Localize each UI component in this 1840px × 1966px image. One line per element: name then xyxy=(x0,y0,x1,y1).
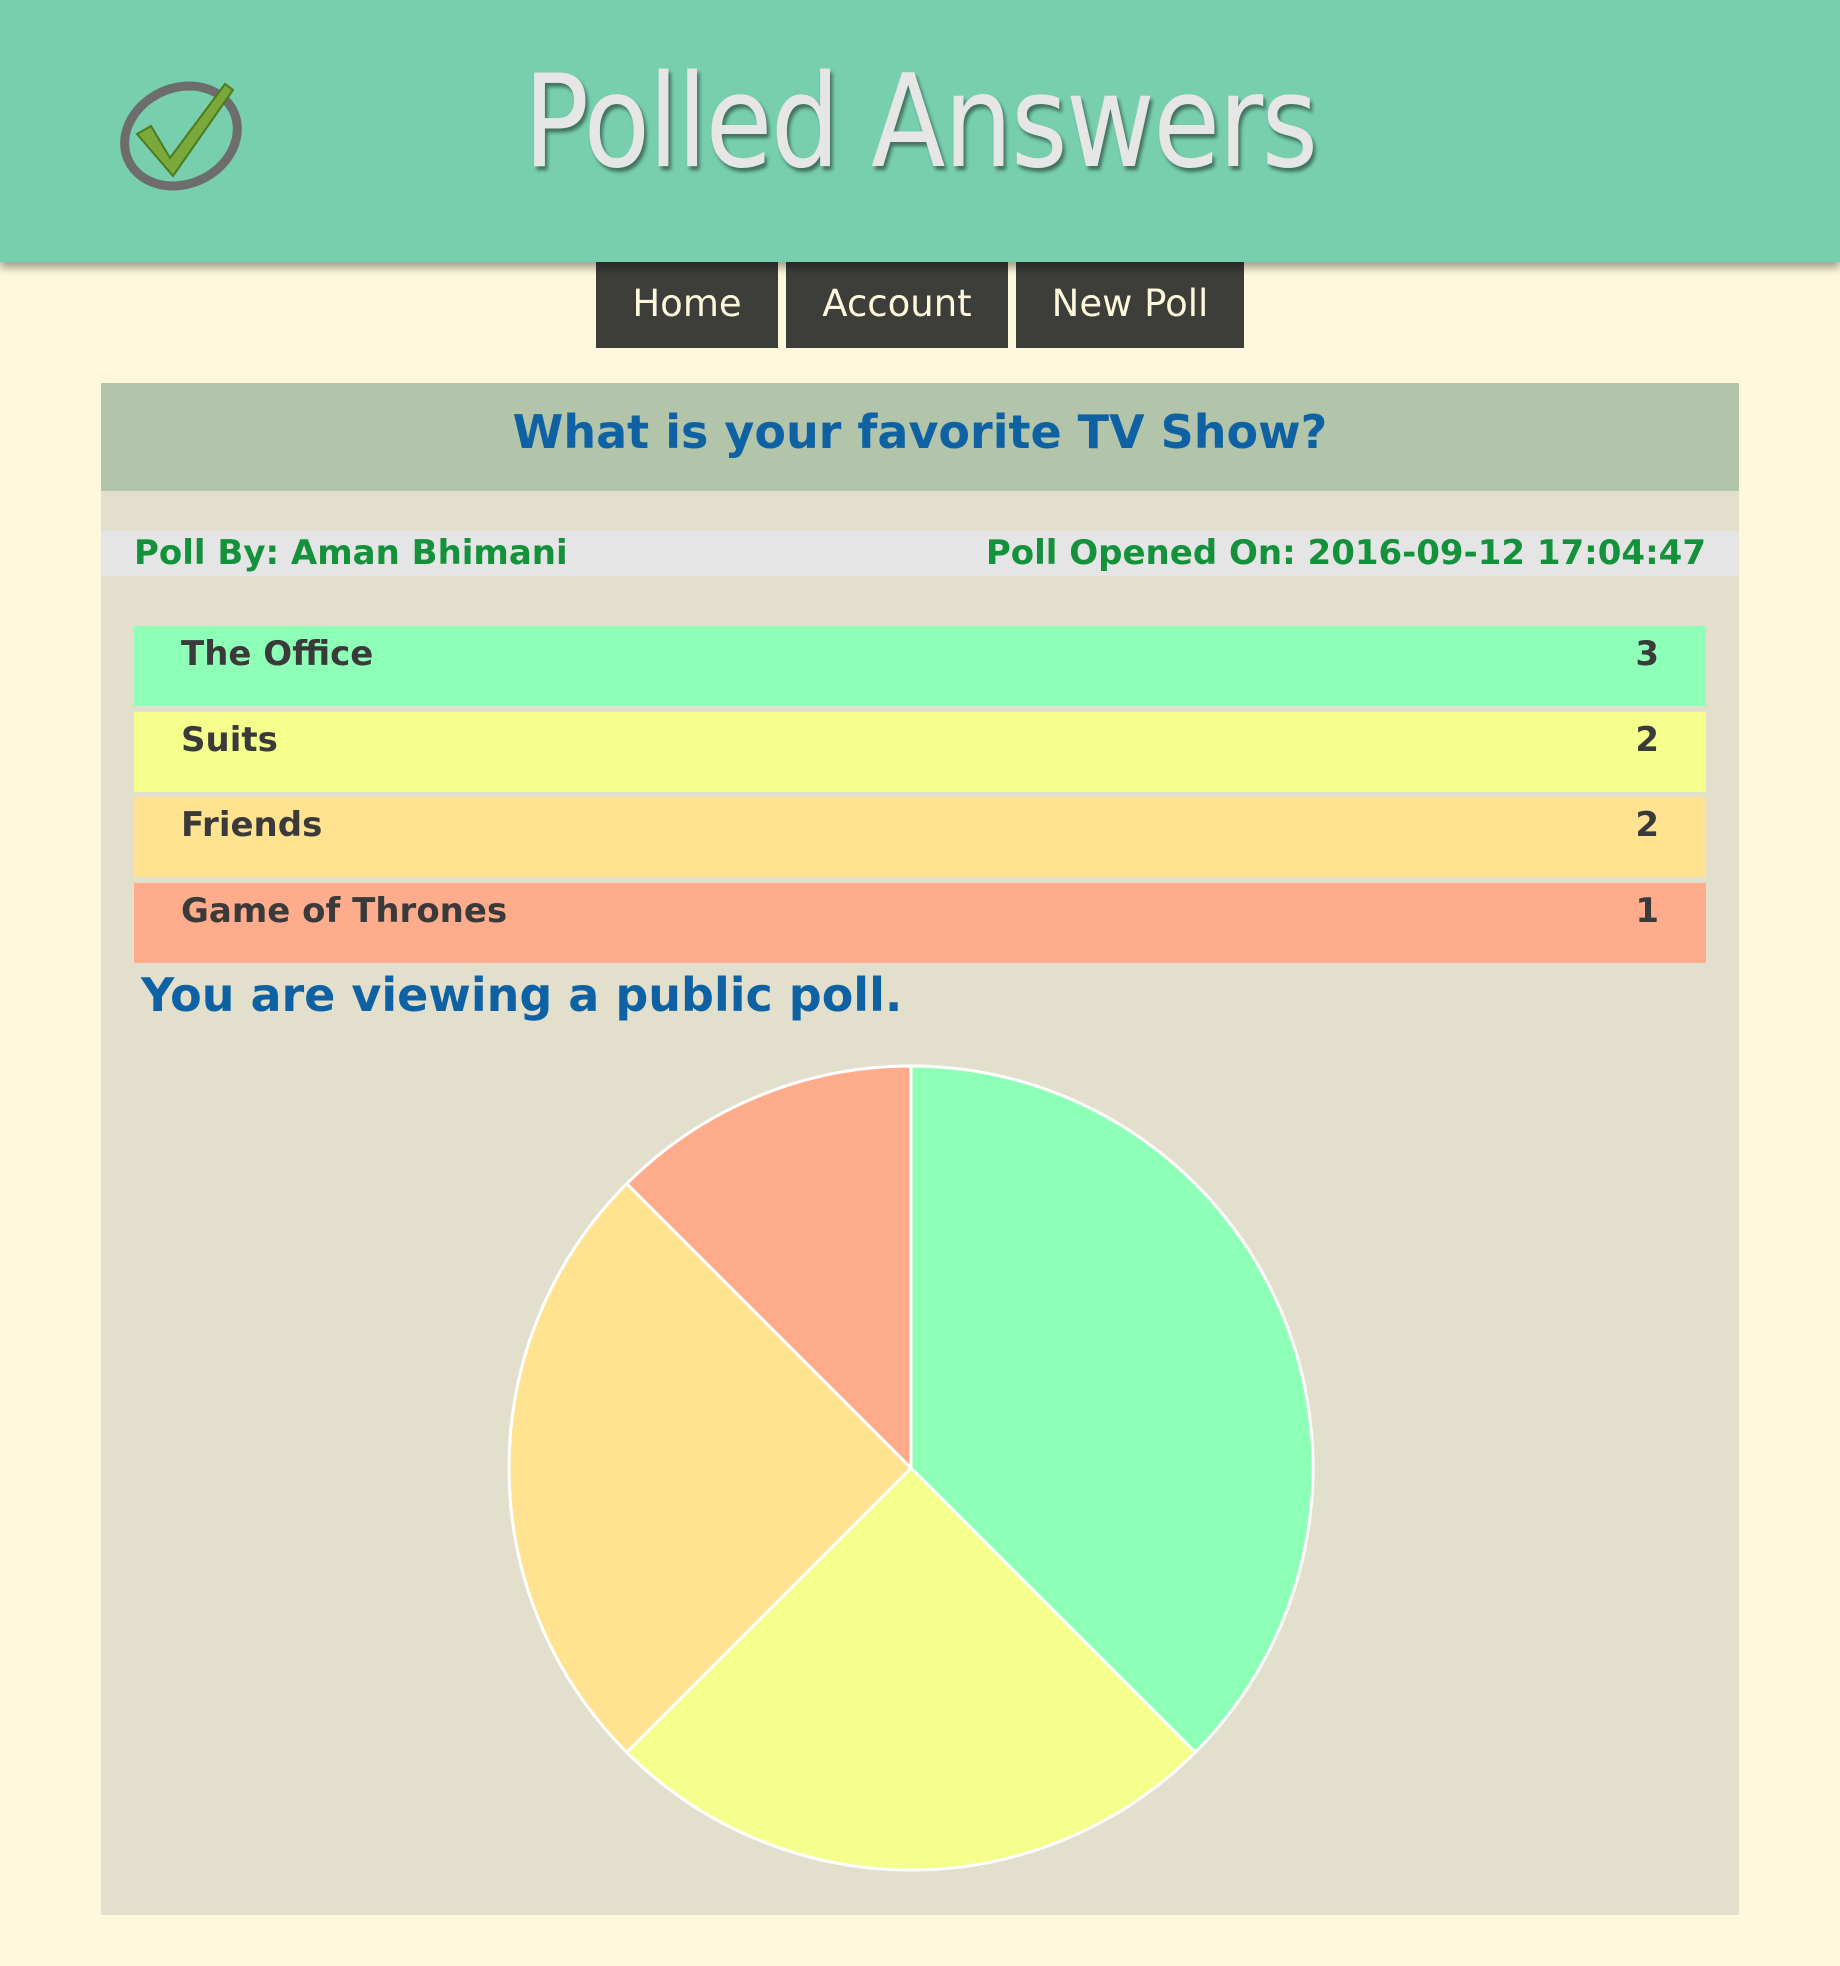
poll-meta-bar: Poll By: Aman Bhimani Poll Opened On: 20… xyxy=(101,531,1739,576)
poll-question: What is your favorite TV Show? xyxy=(512,405,1328,459)
poll-opened-date: Poll Opened On: 2016-09-12 17:04:47 xyxy=(985,533,1706,573)
option-label: The Office xyxy=(181,634,374,674)
votes-pie-chart xyxy=(507,1064,1315,1872)
site-header: Polled Answers xyxy=(0,0,1840,262)
site-title: Polled Answers xyxy=(523,48,1319,197)
poll-author: Poll By: Aman Bhimani xyxy=(134,533,568,573)
option-label: Suits xyxy=(181,720,278,760)
poll-option-row[interactable]: Friends 2 xyxy=(134,797,1706,877)
poll-option-row[interactable]: Suits 2 xyxy=(134,712,1706,792)
option-vote-count: 2 xyxy=(1635,720,1659,760)
option-vote-count: 3 xyxy=(1635,634,1659,674)
main-nav: Home Account New Poll xyxy=(0,262,1840,348)
option-label: Friends xyxy=(181,805,323,845)
option-vote-count: 1 xyxy=(1635,891,1659,931)
nav-home-button[interactable]: Home xyxy=(596,262,778,348)
poll-option-row[interactable]: The Office 3 xyxy=(134,626,1706,706)
poll-title-bar: What is your favorite TV Show? xyxy=(101,383,1739,491)
option-label: Game of Thrones xyxy=(181,891,508,931)
option-vote-count: 2 xyxy=(1635,805,1659,845)
poll-card: What is your favorite TV Show? Poll By: … xyxy=(101,383,1739,1915)
poll-option-row[interactable]: Game of Thrones 1 xyxy=(134,883,1706,963)
nav-account-button[interactable]: Account xyxy=(786,262,1008,348)
nav-new-poll-button[interactable]: New Poll xyxy=(1016,262,1244,348)
public-poll-note: You are viewing a public poll. xyxy=(141,968,903,1022)
